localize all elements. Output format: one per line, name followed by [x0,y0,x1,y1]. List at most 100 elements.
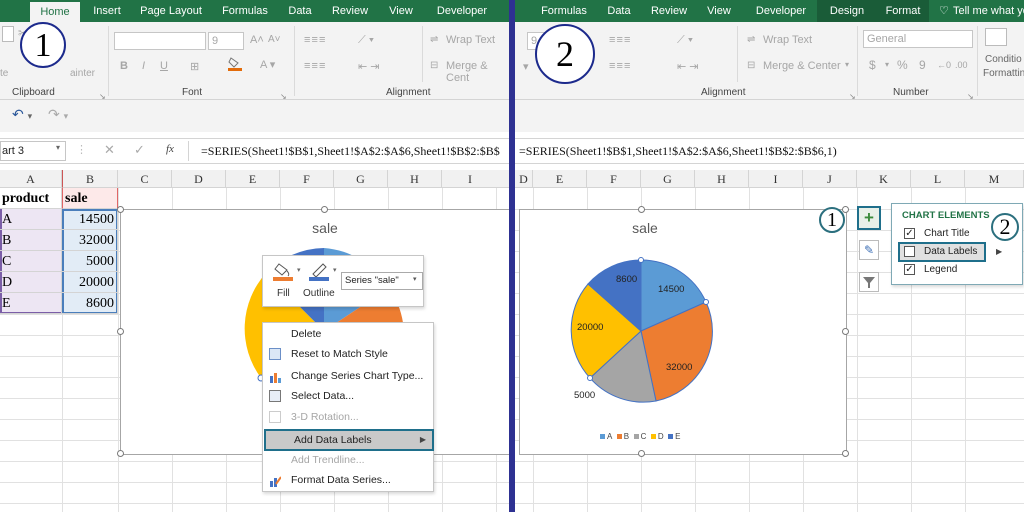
merge-center-button[interactable]: Merge & Cent [446,60,509,84]
header-cell-product[interactable]: product [0,188,62,209]
tab-insert[interactable]: Insert [86,0,128,22]
format-painter-label[interactable]: ainter [70,68,95,79]
outline-dropdown-icon[interactable]: ▾ [333,266,337,274]
resize-handle[interactable] [638,450,645,457]
fill-bucket-icon[interactable] [273,262,295,282]
table-cell-product[interactable]: E [0,293,62,314]
chart-title-option[interactable]: Chart Title [924,228,970,239]
column-header-d[interactable]: D [515,170,533,188]
menu-item-change-chart-type[interactable]: Change Series Chart Type... [263,366,433,386]
indent-icon[interactable]: ⇤ ⇥ [677,60,699,73]
fill-color-icon[interactable] [228,56,242,71]
indent-icon[interactable]: ⇤ ⇥ [358,60,380,73]
fx-icon[interactable]: fx [166,143,174,155]
table-cell-sale[interactable]: 14500 [62,209,118,230]
conditional-label[interactable]: Conditio [985,54,1022,65]
chart-elements-button[interactable]: + [857,206,881,230]
menu-item-format-data-series[interactable]: Format Data Series... [263,470,433,490]
data-label-b[interactable]: 32000 [666,362,692,373]
number-format-box[interactable]: General [863,30,973,48]
data-label-d[interactable]: 20000 [577,322,603,333]
tab-view[interactable]: View [384,0,418,22]
legend-checkbox[interactable]: ✓ [904,264,915,275]
paste-label[interactable]: te [0,68,8,79]
cancel-icon[interactable]: ✕ [104,142,115,158]
align-top-icon[interactable]: ≡ ≡ ≡ [304,34,325,46]
merge-icon[interactable]: ⊟ [747,60,755,71]
tab-page-layout[interactable]: Page Layout [136,0,206,22]
formatting-label[interactable]: Formattin [983,68,1024,79]
percent-icon[interactable]: % [897,58,908,72]
table-cell-product[interactable]: B [0,230,62,251]
name-box-dropdown-icon[interactable]: ▾ [56,143,60,152]
table-cell-sale[interactable]: 8600 [62,293,118,314]
align-left-icon[interactable]: ≡ ≡ ≡ [609,60,630,72]
tab-developer[interactable]: Developer [749,0,813,22]
underline-icon[interactable]: U [160,60,168,72]
column-header-h[interactable]: H [388,170,442,188]
tab-file[interactable] [0,0,22,22]
tab-data[interactable]: Data [603,0,635,22]
column-header-a[interactable]: A [0,170,62,188]
font-name-box[interactable] [114,32,206,50]
wrap-text-icon[interactable]: ⇌ [747,34,755,45]
column-header-k[interactable]: K [857,170,911,188]
column-header-l[interactable]: L [911,170,965,188]
tab-review[interactable]: Review [327,0,373,22]
column-header-g[interactable]: G [641,170,695,188]
resize-handle[interactable] [117,206,124,213]
formula-input[interactable]: =SERIES(Sheet1!$B$1,Sheet1!$A$2:$A$6,She… [188,141,509,161]
column-header-f[interactable]: F [587,170,641,188]
merge-icon[interactable]: ⊟ [430,60,438,71]
font-color-icon[interactable]: ▾ [523,60,529,73]
chart-title[interactable]: sale [520,220,770,236]
series-select-dropdown-icon[interactable]: ▾ [413,275,417,283]
undo-icon[interactable]: ↶ ▾ [12,106,32,123]
header-cell-sale[interactable]: sale [62,188,118,209]
decrease-decimal-icon[interactable]: .00 [955,60,968,70]
tell-me-search[interactable]: Tell me what yo [953,0,1024,22]
resize-handle[interactable] [117,328,124,335]
column-header-i[interactable]: I [442,170,509,188]
merge-center-button[interactable]: Merge & Center [763,60,841,72]
table-cell-sale[interactable]: 20000 [62,272,118,293]
tab-format[interactable]: Format [877,0,929,22]
column-header-d[interactable]: D [172,170,226,188]
resize-handle[interactable] [321,206,328,213]
column-header-m[interactable]: M [965,170,1024,188]
table-cell-product[interactable]: A [0,209,62,230]
column-header-c[interactable]: C [118,170,172,188]
table-cell-sale[interactable]: 32000 [62,230,118,251]
paste-icon[interactable] [2,26,14,42]
table-cell-product[interactable]: D [0,272,62,293]
series-select[interactable]: Series "sale" [341,272,423,290]
column-header-g[interactable]: G [334,170,388,188]
resize-handle[interactable] [842,328,849,335]
fill-dropdown-icon[interactable]: ▾ [297,266,301,274]
currency-icon[interactable]: $ [869,58,876,72]
tab-data[interactable]: Data [282,0,318,22]
chart-area[interactable]: sale 14500 32000 5000 20000 8600 A B C D [519,206,849,457]
chart-title[interactable]: sale [121,220,509,236]
tab-review[interactable]: Review [647,0,691,22]
chart-styles-button[interactable]: ✎ [859,240,879,260]
data-label-a[interactable]: 14500 [658,284,684,295]
worksheet-grid[interactable]: sale 14500 32000 5000 20000 8600 A B C D [515,188,1024,512]
bold-icon[interactable]: B [120,60,128,72]
menu-item-select-data[interactable]: Select Data... [263,386,433,406]
menu-item-delete[interactable]: Delete [263,324,433,344]
data-label-e[interactable]: 8600 [616,274,637,285]
data-label-c[interactable]: 5000 [574,390,595,401]
table-cell-product[interactable]: C [0,251,62,272]
tab-home[interactable]: Home [30,0,80,22]
merge-dropdown-icon[interactable]: ▾ [845,60,849,69]
grow-font-icon[interactable]: A˄ [250,34,264,46]
chart-legend[interactable]: A B C D E [600,432,680,441]
italic-icon[interactable]: I [142,60,145,72]
font-color-icon[interactable]: A ▾ [260,58,275,71]
tab-view[interactable]: View [703,0,735,22]
resize-handle[interactable] [842,206,849,213]
legend-option[interactable]: Legend [924,264,957,275]
column-header-j[interactable]: J [803,170,857,188]
conditional-formatting-icon[interactable] [985,28,1007,46]
